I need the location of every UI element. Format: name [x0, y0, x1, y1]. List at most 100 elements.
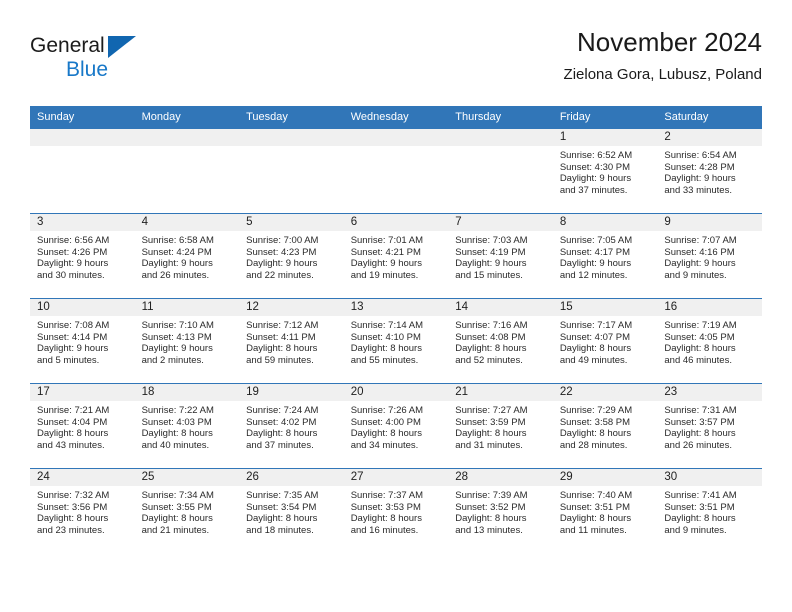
calendar-day-cell[interactable]: 30 Sunrise: 7:41 AM Sunset: 3:51 PM Dayligh…	[657, 468, 762, 553]
calendar-day-cell[interactable]: 23 Sunrise: 7:31 AM Sunset: 3:57 PM Dayligh…	[657, 383, 762, 469]
day-number: 20	[350, 386, 364, 398]
date-strip: 26	[239, 469, 344, 486]
sunrise-text: Sunrise: 7:26 AM	[350, 405, 424, 416]
daylight-text-line1: Daylight: 9 hours	[246, 258, 318, 270]
calendar-day-cell[interactable]: 12 Sunrise: 7:12 AM Sunset: 4:11 PM Dayligh…	[239, 298, 344, 384]
date-strip: 23	[657, 384, 762, 401]
daylight-text-line2: and 21 minutes.	[141, 524, 210, 536]
sunrise-text: Sunrise: 7:40 AM	[559, 490, 633, 501]
calendar-day-cell[interactable]: 25 Sunrise: 7:34 AM Sunset: 3:55 PM Dayligh…	[134, 468, 240, 553]
daylight-text-line1: Daylight: 9 hours	[559, 258, 632, 270]
calendar-day-cell[interactable]: 29 Sunrise: 7:40 AM Sunset: 3:51 PM Dayligh…	[552, 468, 658, 553]
daylight-text-line1: Daylight: 8 hours	[246, 428, 318, 440]
day-details: Sunrise: 6:56 AM Sunset: 4:26 PM Daylight:…	[30, 231, 135, 281]
calendar-day-cell[interactable]: 26 Sunrise: 7:35 AM Sunset: 3:54 PM Dayligh…	[239, 468, 344, 553]
logo-text-blue: Blue	[66, 58, 109, 81]
calendar-day-cell[interactable]: 2 Sunrise: 6:54 AM Sunset: 4:28 PM Daylight…	[657, 128, 762, 214]
calendar-day-cell[interactable]: 18 Sunrise: 7:22 AM Sunset: 4:03 PM Dayligh…	[134, 383, 240, 469]
calendar-day-cell[interactable]: 7 Sunrise: 7:03 AM Sunset: 4:19 PM Daylight…	[448, 213, 553, 299]
date-strip: 16	[657, 299, 762, 316]
daylight-text-line1: Daylight: 9 hours	[455, 258, 527, 270]
daylight-text-line2: and 59 minutes.	[246, 354, 314, 366]
page-subtitle: Zielona Gora, Lubusz, Poland	[563, 66, 762, 83]
sunrise-text: Sunrise: 7:27 AM	[455, 405, 528, 416]
daylight-text-line1: Daylight: 8 hours	[455, 428, 527, 440]
day-details: Sunrise: 7:10 AM Sunset: 4:13 PM Daylight:…	[135, 316, 240, 366]
calendar-day-cell[interactable]: 17 Sunrise: 7:21 AM Sunset: 4:04 PM Dayligh…	[30, 383, 135, 469]
calendar-day-cell[interactable]: 15 Sunrise: 7:17 AM Sunset: 4:07 PM Dayligh…	[552, 298, 658, 384]
daylight-text-line2: and 19 minutes.	[350, 269, 419, 281]
date-strip: 3	[30, 214, 135, 231]
calendar-day-cell[interactable]: 27 Sunrise: 7:37 AM Sunset: 3:53 PM Dayligh…	[343, 468, 449, 553]
day-box: 2 Sunrise: 6:54 AM Sunset: 4:28 PM Daylight…	[657, 129, 762, 213]
calendar-day-cell[interactable]: 8 Sunrise: 7:05 AM Sunset: 4:17 PM Daylight…	[552, 213, 658, 299]
day-box: 16 Sunrise: 7:19 AM Sunset: 4:05 PM Dayligh…	[657, 299, 762, 383]
daylight-text-line2: and 49 minutes.	[559, 354, 628, 366]
calendar-day-cell[interactable]: 5 Sunrise: 7:00 AM Sunset: 4:23 PM Daylight…	[239, 213, 344, 299]
day-number: 14	[455, 301, 469, 313]
calendar-day-cell[interactable]: 19 Sunrise: 7:24 AM Sunset: 4:02 PM Dayligh…	[239, 383, 344, 469]
day-details: Sunrise: 7:34 AM Sunset: 3:55 PM Daylight:…	[135, 486, 240, 536]
sunrise-text: Sunrise: 7:34 AM	[141, 490, 214, 501]
calendar-day-cell[interactable]: 24 Sunrise: 7:32 AM Sunset: 3:56 PM Dayligh…	[30, 468, 135, 553]
calendar-day-cell[interactable]: 20 Sunrise: 7:26 AM Sunset: 4:00 PM Dayligh…	[343, 383, 449, 469]
calendar-day-cell[interactable]: 16 Sunrise: 7:19 AM Sunset: 4:05 PM Dayligh…	[657, 298, 762, 384]
calendar-day-cell[interactable]: 28 Sunrise: 7:39 AM Sunset: 3:52 PM Dayligh…	[448, 468, 553, 553]
calendar-day-cell[interactable]: 3 Sunrise: 6:56 AM Sunset: 4:26 PM Daylight…	[30, 213, 135, 299]
calendar-day-cell[interactable]: 11 Sunrise: 7:10 AM Sunset: 4:13 PM Dayligh…	[134, 298, 240, 384]
calendar-day-cell[interactable]: 1 Sunrise: 6:52 AM Sunset: 4:30 PM Daylight…	[552, 128, 658, 214]
daylight-text-line1: Daylight: 8 hours	[664, 513, 736, 525]
daylight-text-line2: and 9 minutes.	[664, 269, 727, 281]
day-number: 8	[559, 216, 567, 228]
calendar-day-cell[interactable]: 13 Sunrise: 7:14 AM Sunset: 4:10 PM Dayligh…	[343, 298, 449, 384]
daylight-text-line1: Daylight: 8 hours	[350, 513, 422, 525]
day-details: Sunrise: 7:17 AM Sunset: 4:07 PM Daylight:…	[553, 316, 658, 366]
calendar-day-cell[interactable]: 22 Sunrise: 7:29 AM Sunset: 3:58 PM Dayligh…	[552, 383, 658, 469]
daylight-text-line2: and 26 minutes.	[664, 439, 732, 451]
date-strip: 24	[30, 469, 135, 486]
date-strip: 9	[657, 214, 762, 231]
date-strip: 19	[239, 384, 344, 401]
day-box: 15 Sunrise: 7:17 AM Sunset: 4:07 PM Dayligh…	[552, 299, 658, 383]
day-number: 12	[246, 301, 259, 313]
day-number: 29	[559, 471, 573, 483]
daylight-text-line1: Daylight: 9 hours	[141, 343, 213, 355]
calendar-week-row: 1 Sunrise: 6:52 AM Sunset: 4:30 PM Daylight…	[30, 128, 762, 214]
calendar-day-cell[interactable]: 14 Sunrise: 7:16 AM Sunset: 4:08 PM Dayligh…	[448, 298, 553, 384]
daylight-text-line1: Daylight: 9 hours	[559, 173, 632, 185]
sunset-text: Sunset: 3:58 PM	[559, 416, 631, 428]
sunrise-text: Sunrise: 7:12 AM	[246, 320, 319, 331]
sunset-text: Sunset: 4:07 PM	[559, 331, 631, 343]
day-number: 18	[141, 386, 155, 398]
month-calendar: Sunday Monday Tuesday Wednesday Thursday…	[30, 106, 762, 553]
date-strip: 14	[448, 299, 553, 316]
date-strip: 21	[448, 384, 553, 401]
day-details: Sunrise: 7:19 AM Sunset: 4:05 PM Daylight:…	[657, 316, 762, 366]
calendar-day-cell[interactable]: 10 Sunrise: 7:08 AM Sunset: 4:14 PM Dayligh…	[30, 298, 135, 384]
date-strip: 7	[448, 214, 553, 231]
day-number: 6	[350, 216, 358, 228]
day-number: 2	[664, 131, 671, 143]
daylight-text-line2: and 28 minutes.	[559, 439, 628, 451]
calendar-day-cell[interactable]: 6 Sunrise: 7:01 AM Sunset: 4:21 PM Daylight…	[343, 213, 449, 299]
sunrise-text: Sunrise: 7:19 AM	[664, 320, 737, 331]
sunset-text: Sunset: 3:51 PM	[559, 501, 631, 513]
daylight-text-line2: and 22 minutes.	[246, 269, 314, 281]
day-box: 25 Sunrise: 7:34 AM Sunset: 3:55 PM Dayligh…	[134, 469, 240, 553]
calendar-day-cell[interactable]: 9 Sunrise: 7:07 AM Sunset: 4:16 PM Daylight…	[657, 213, 762, 299]
daylight-text-line1: Daylight: 8 hours	[246, 343, 318, 355]
day-details: Sunrise: 7:37 AM Sunset: 3:53 PM Daylight:…	[344, 486, 449, 536]
calendar-day-cell[interactable]: 21 Sunrise: 7:27 AM Sunset: 3:59 PM Dayligh…	[448, 383, 553, 469]
sunset-text: Sunset: 4:02 PM	[246, 416, 317, 428]
sunrise-text: Sunrise: 7:03 AM	[455, 235, 528, 246]
daylight-text-line1: Daylight: 8 hours	[559, 343, 632, 355]
sunrise-text: Sunrise: 7:32 AM	[37, 490, 110, 501]
daylight-text-line2: and 13 minutes.	[455, 524, 523, 536]
generalblue-logo[interactable]: General Blue	[30, 34, 210, 88]
day-box: 10 Sunrise: 7:08 AM Sunset: 4:14 PM Dayligh…	[30, 299, 135, 383]
sunset-text: Sunset: 4:11 PM	[246, 331, 316, 343]
sunrise-text: Sunrise: 7:07 AM	[664, 235, 737, 246]
calendar-day-cell-empty	[239, 128, 344, 214]
calendar-day-cell[interactable]: 4 Sunrise: 6:58 AM Sunset: 4:24 PM Daylight…	[134, 213, 240, 299]
sunrise-text: Sunrise: 7:14 AM	[350, 320, 424, 331]
